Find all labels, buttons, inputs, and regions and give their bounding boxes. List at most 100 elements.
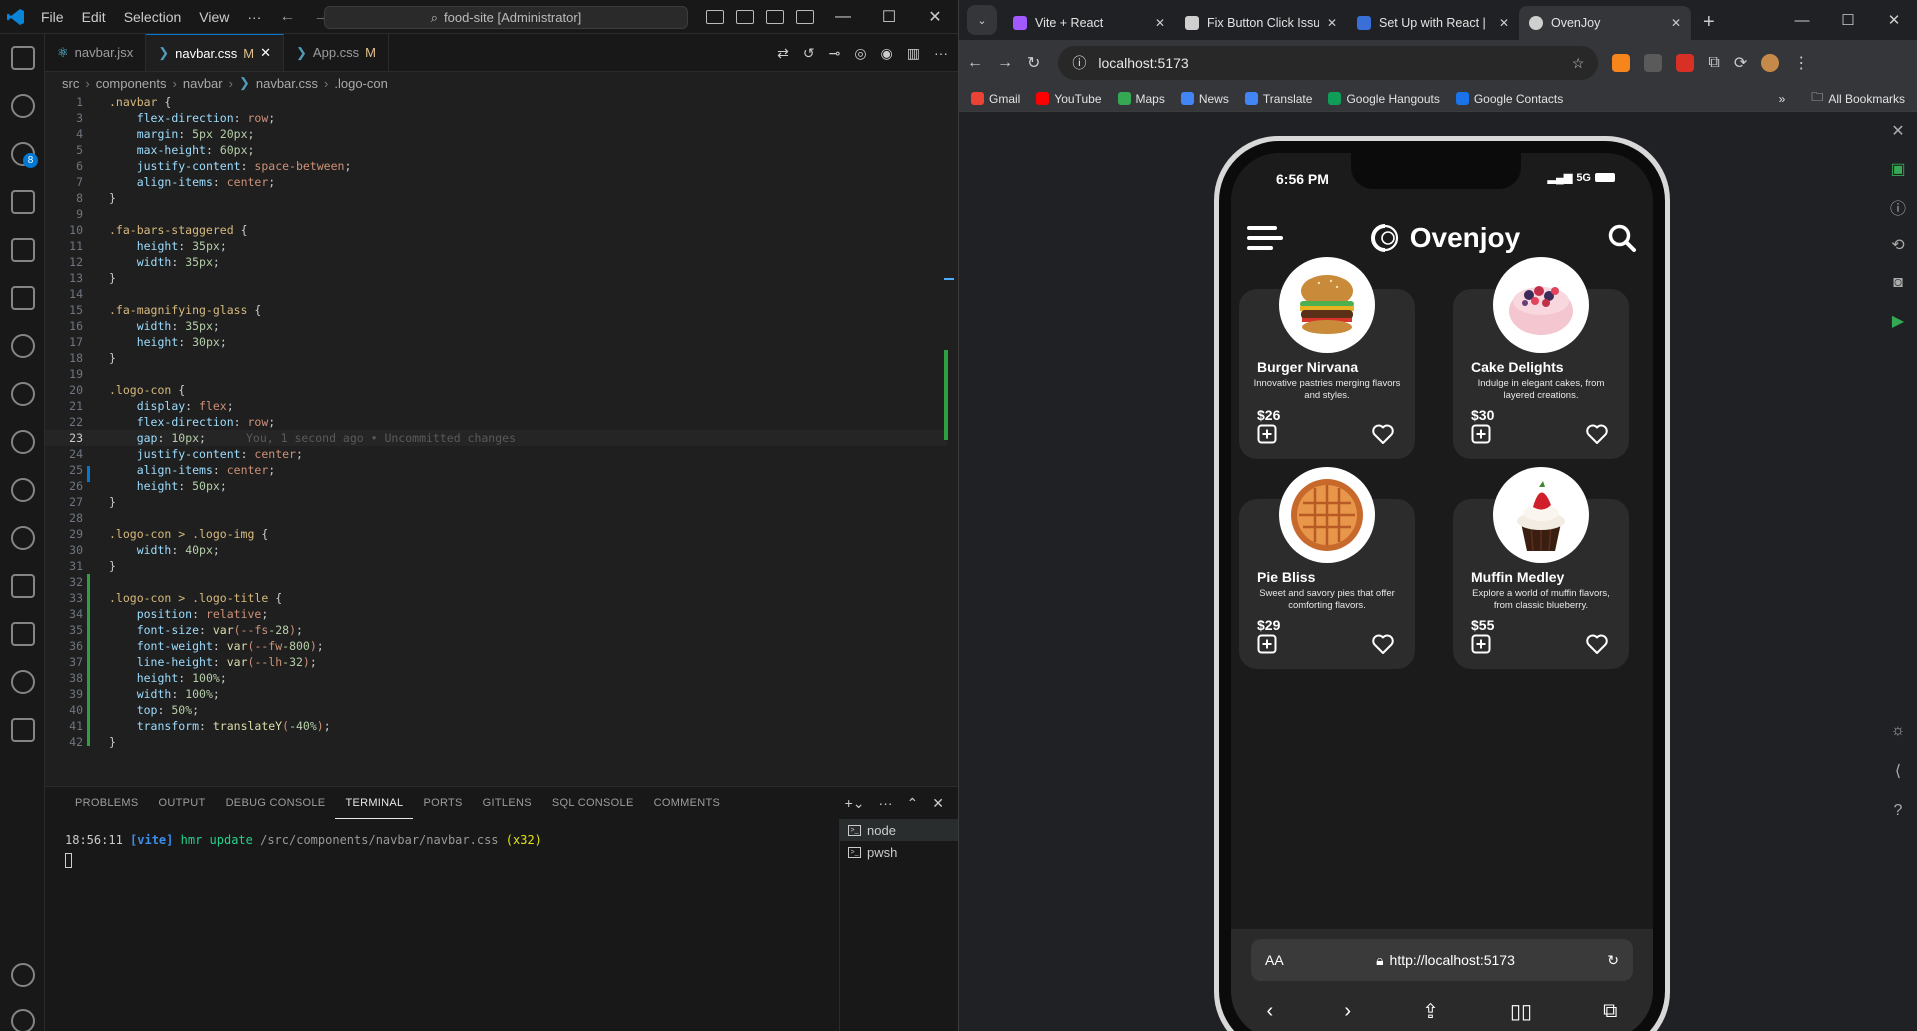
code-line[interactable]: 39 width: 100%; <box>45 686 947 702</box>
add-to-cart-icon[interactable] <box>1471 424 1491 444</box>
maximize-button[interactable]: ☐ <box>1825 11 1871 29</box>
bookmark-hangouts[interactable]: Google Hangouts <box>1328 92 1440 106</box>
camera-icon[interactable]: ◙ <box>1879 264 1917 302</box>
extensions-puzzle-icon[interactable]: ⧉ <box>1708 54 1719 72</box>
new-terminal-icon[interactable]: +⌄ <box>845 795 865 812</box>
close-panel-icon[interactable]: ✕ <box>1879 112 1917 150</box>
back-arrow-icon[interactable]: ← <box>967 54 983 72</box>
panel-tab-sql-console[interactable]: SQL CONSOLE <box>542 787 644 819</box>
site-info-icon[interactable]: ⓘ <box>1072 53 1086 73</box>
close-tab-icon[interactable]: ✕ <box>260 45 271 61</box>
brightness-icon[interactable]: ☼ <box>1879 712 1917 750</box>
chrome-menu-icon[interactable]: ⋮ <box>1793 53 1809 73</box>
code-line[interactable]: 17 height: 30px; <box>45 334 947 350</box>
rotate-icon[interactable]: ⟲ <box>1879 226 1917 264</box>
code-line[interactable]: 18} <box>45 350 947 366</box>
panel-tab-debug-console[interactable]: DEBUG CONSOLE <box>216 787 336 819</box>
gitlens-action-icon[interactable]: ◉ <box>881 45 893 62</box>
search-icon[interactable] <box>1607 223 1637 253</box>
address-bar[interactable]: ⓘ localhost:5173 ☆ <box>1058 46 1599 80</box>
remote-icon[interactable] <box>0 706 45 754</box>
run-debug-icon[interactable] <box>0 178 45 226</box>
close-panel-icon[interactable]: ✕ <box>932 795 944 812</box>
code-line[interactable]: 20 .logo-con { <box>45 382 947 398</box>
more-bookmarks-icon[interactable]: » <box>1779 92 1786 106</box>
tab-app-css[interactable]: ❯ App.css M <box>284 34 390 71</box>
code-line[interactable]: 41 transform: translateY(-40%); <box>45 718 947 734</box>
terminal-instance-pwsh[interactable]: >_ pwsh <box>840 841 958 863</box>
new-tab-icon[interactable]: + <box>1703 11 1715 34</box>
code-line[interactable]: 5 max-height: 60px; <box>45 142 947 158</box>
manage-gear-icon[interactable] <box>0 997 45 1031</box>
explorer-icon[interactable] <box>0 34 45 82</box>
code-line[interactable]: 36 font-weight: var(--fw-800); <box>45 638 947 654</box>
panel-tab-comments[interactable]: COMMENTS <box>644 787 731 819</box>
app-logo[interactable]: Ovenjoy <box>1370 222 1520 254</box>
safari-url-bar[interactable]: AA 🔒︎ http://localhost:5173 ↻ <box>1251 939 1633 981</box>
code-line[interactable]: 34 position: relative; <box>45 606 947 622</box>
bookmark-maps[interactable]: Maps <box>1117 92 1165 106</box>
code-line[interactable]: 19 <box>45 366 947 382</box>
docker-icon[interactable] <box>0 562 45 610</box>
code-line[interactable]: 11 height: 35px; <box>45 238 947 254</box>
heart-icon[interactable] <box>1371 423 1395 445</box>
chrome-tab-setup-react[interactable]: Set Up with React | ✕ <box>1347 6 1519 40</box>
gitlens-inspect-icon[interactable] <box>0 370 45 418</box>
add-to-cart-icon[interactable] <box>1471 634 1491 654</box>
code-editor[interactable]: 1 .navbar {3 flex-direction: row; 4 margin… <box>45 94 947 784</box>
tabs-icon[interactable]: ⧉ <box>1603 1000 1617 1023</box>
extension-icon[interactable] <box>1676 54 1695 72</box>
extension-icon[interactable] <box>1644 54 1663 72</box>
extensions-icon[interactable] <box>0 226 45 274</box>
commit-icon[interactable]: ⊸ <box>829 45 841 62</box>
revert-icon[interactable]: ↺ <box>803 45 815 62</box>
product-card[interactable]: Cake Delights Indulge in elegant cakes, f… <box>1453 257 1629 459</box>
code-line[interactable]: 31} <box>45 558 947 574</box>
code-line[interactable]: 14 <box>45 286 947 302</box>
reload-icon[interactable]: ↻ <box>1027 53 1040 73</box>
code-line[interactable]: 4 margin: 5px 20px; <box>45 126 947 142</box>
minimize-button[interactable]: — <box>820 8 866 26</box>
code-line[interactable]: 25 align-items: center; <box>45 462 947 478</box>
close-tab-icon[interactable]: ✕ <box>1327 16 1337 30</box>
code-line[interactable]: 32 <box>45 574 947 590</box>
code-line[interactable]: 26 height: 50px; <box>45 478 947 494</box>
heart-icon[interactable] <box>1585 423 1609 445</box>
customize-layout-icon[interactable] <box>796 10 814 24</box>
chrome-sync-icon[interactable]: ⟳ <box>1734 53 1747 73</box>
code-line[interactable]: 1 .navbar { <box>45 94 947 110</box>
remote-explorer-icon[interactable] <box>0 274 45 322</box>
code-line[interactable]: 13} <box>45 270 947 286</box>
code-line[interactable]: 12 width: 35px; <box>45 254 947 270</box>
crumb-navbar[interactable]: navbar <box>183 76 223 91</box>
code-line[interactable]: 38 height: 100%; <box>45 670 947 686</box>
chrome-tab-fix-button[interactable]: Fix Button Click Issu ✕ <box>1175 6 1347 40</box>
reader-aa-button[interactable]: AA <box>1265 952 1284 968</box>
code-line[interactable]: 15 .fa-magnifying-glass { <box>45 302 947 318</box>
gitlens-icon[interactable] <box>0 322 45 370</box>
code-line[interactable]: 23 gap: 10px; You, 1 second ago • Uncommi… <box>45 430 947 446</box>
terminal-instance-node[interactable]: >_ node <box>840 819 958 841</box>
heart-icon[interactable] <box>1371 633 1395 655</box>
bookmark-gmail[interactable]: Gmail <box>971 92 1020 106</box>
help-icon[interactable]: ? <box>1879 792 1917 830</box>
crumb-file[interactable]: navbar.css <box>256 76 318 91</box>
toggle-sidebar-icon[interactable] <box>706 10 724 24</box>
close-tab-icon[interactable]: ✕ <box>1499 16 1509 30</box>
bookmark-youtube[interactable]: YouTube <box>1036 92 1102 106</box>
code-line[interactable]: 35 font-size: var(--fs-28); <box>45 622 947 638</box>
timeline-icon[interactable]: ◎ <box>854 45 866 62</box>
accounts-icon[interactable] <box>0 951 45 999</box>
code-line[interactable]: 9 <box>45 206 947 222</box>
profile-avatar[interactable] <box>1761 54 1780 72</box>
close-button[interactable]: ✕ <box>912 7 958 27</box>
code-line[interactable]: 7 align-items: center; <box>45 174 947 190</box>
tab-navbar-css[interactable]: ❯ navbar.css M ✕ <box>146 34 285 71</box>
back-chevron-icon[interactable]: ‹ <box>1267 1000 1274 1023</box>
maximize-panel-icon[interactable]: ⌃ <box>907 795 919 812</box>
more-actions-icon[interactable]: ··· <box>934 45 948 61</box>
code-line[interactable]: 27} <box>45 494 947 510</box>
code-line[interactable]: 42} <box>45 734 947 750</box>
tab-search-icon[interactable]: ⌄ <box>967 5 997 35</box>
add-to-cart-icon[interactable] <box>1257 424 1277 444</box>
